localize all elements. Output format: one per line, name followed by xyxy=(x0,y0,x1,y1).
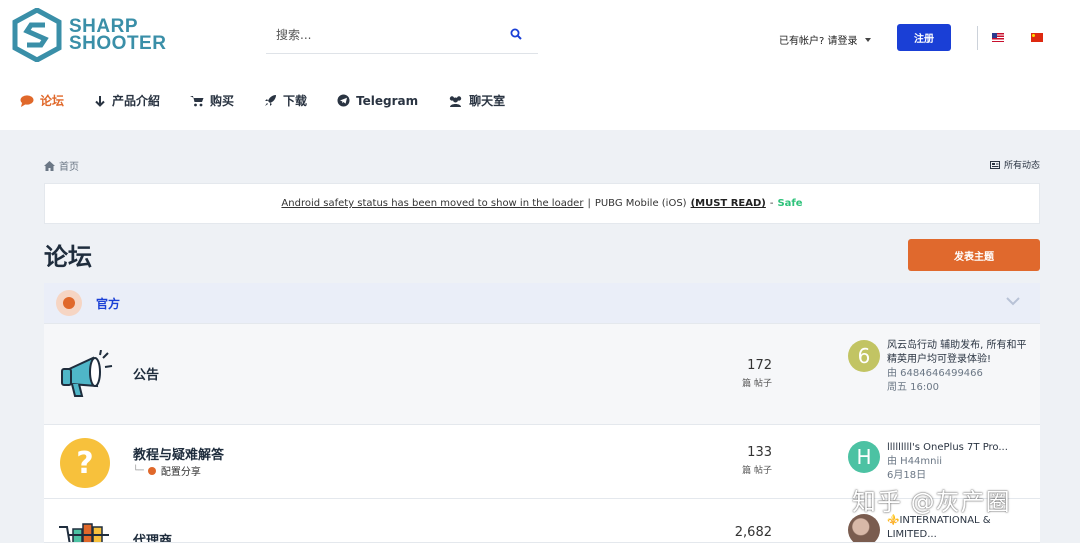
subforum-branch-icon: └─ xyxy=(133,465,144,476)
chevron-down-icon[interactable] xyxy=(1006,297,1020,306)
caret-down-icon xyxy=(864,37,871,42)
header-divider xyxy=(977,26,978,50)
nav-label: 论坛 xyxy=(40,94,65,108)
forum-row[interactable]: 公告 172 篇 帖子 6 风云岛行动 辅助发布, 所有和平精英用户均可登录体验… xyxy=(44,323,1040,425)
post-count-label: 篇 帖子 xyxy=(742,379,772,389)
nav-label: 产品介紹 xyxy=(112,94,161,108)
notice-link[interactable]: Android safety status has been moved to … xyxy=(281,198,583,209)
register-button[interactable]: 注册 xyxy=(897,24,951,51)
last-post-title[interactable]: ⚜️INTERNATIONAL & LIMITED... xyxy=(887,514,1032,542)
nav-item-products[interactable]: 产品介紹 xyxy=(94,92,160,109)
nav-item-forum[interactable]: 论坛 xyxy=(20,92,64,109)
post-count: 172 xyxy=(747,358,772,373)
forum-title[interactable]: 公告 xyxy=(133,364,159,383)
shopping-cart-icon xyxy=(59,523,109,542)
must-read-link[interactable]: (MUST READ) xyxy=(691,198,766,209)
logo-line-2: SHOOTER xyxy=(69,33,167,54)
subforum-link[interactable]: └─ 配置分享 xyxy=(133,463,201,479)
announcement-banner: Android safety status has been moved to … xyxy=(44,183,1040,224)
page-title: 论坛 xyxy=(44,243,92,271)
us-flag-icon[interactable] xyxy=(992,33,1004,42)
logo-text: SHARP SHOOTER xyxy=(69,17,167,54)
nav-label: Telegram xyxy=(356,93,419,108)
notice-separator: | xyxy=(587,198,591,209)
last-post-author[interactable]: 由 6484646499466 xyxy=(887,367,1032,381)
forum-stats: 133 篇 帖子 xyxy=(724,445,772,476)
avatar[interactable] xyxy=(848,514,880,542)
subforum-dot-icon xyxy=(147,466,156,475)
last-post-author[interactable]: 由 H44mnii xyxy=(887,455,1032,469)
forum-title[interactable]: 代理商 xyxy=(133,530,172,542)
search-box xyxy=(266,18,538,54)
nav-item-buy[interactable]: 购买 xyxy=(190,92,234,109)
safe-status: Safe xyxy=(777,198,803,209)
post-count-label: 篇 帖子 xyxy=(742,466,772,476)
rocket-icon xyxy=(265,95,277,106)
nav-label: 聊天室 xyxy=(469,94,506,108)
megaphone-icon xyxy=(61,350,113,397)
post-count: 2,682 xyxy=(734,525,772,540)
svg-text:?: ? xyxy=(76,446,93,481)
question-icon: ? xyxy=(60,438,110,488)
login-text: 已有帐户? 请登录 xyxy=(779,36,858,47)
home-icon xyxy=(44,160,55,171)
search-input[interactable] xyxy=(266,18,496,52)
all-activity-label: 所有动态 xyxy=(1003,161,1040,171)
arrow-down-icon xyxy=(95,95,105,107)
last-post: 风云岛行动 辅助发布, 所有和平精英用户均可登录体验! 由 6484646499… xyxy=(887,339,1032,395)
category-header[interactable]: 官方 xyxy=(44,283,1040,323)
nav-item-telegram[interactable]: Telegram xyxy=(337,94,418,108)
forum-title[interactable]: 教程与疑难解答 xyxy=(133,444,224,463)
nav-item-download[interactable]: 下载 xyxy=(264,92,307,109)
login-link[interactable]: 已有帐户? 请登录 xyxy=(779,32,871,47)
notice-dash: - xyxy=(769,198,774,209)
avatar[interactable]: H xyxy=(848,441,880,473)
telegram-icon xyxy=(337,94,350,107)
comment-icon xyxy=(20,94,34,107)
breadcrumb[interactable]: 首页 xyxy=(44,158,79,173)
last-post: ⚜️INTERNATIONAL & LIMITED... xyxy=(887,514,1032,542)
nav-label: 下载 xyxy=(283,94,308,108)
logo-mark-icon xyxy=(12,8,62,62)
last-post: lllllllll's OnePlus 7T Pro... 由 H44mnii … xyxy=(887,441,1032,483)
notice-game: PUBG Mobile (iOS) xyxy=(594,198,687,209)
post-count: 133 xyxy=(747,445,772,460)
category-indicator-icon xyxy=(56,290,82,316)
cart-icon xyxy=(190,95,204,106)
chat-users-icon xyxy=(449,95,462,107)
search-icon[interactable] xyxy=(510,28,522,40)
category-title[interactable]: 官方 xyxy=(96,295,120,312)
last-post-time: 6月18日 xyxy=(887,470,927,481)
main-nav: 论坛 产品介紹 购买 下载 Telegram 聊天室 xyxy=(20,92,535,109)
subforum-label: 配置分享 xyxy=(160,467,201,478)
cn-flag-icon[interactable] xyxy=(1031,33,1043,42)
nav-item-chatroom[interactable]: 聊天室 xyxy=(448,92,505,109)
site-logo[interactable]: SHARP SHOOTER xyxy=(12,8,166,62)
new-topic-button[interactable]: 发表主题 xyxy=(908,239,1040,271)
forum-stats: 172 篇 帖子 xyxy=(724,358,772,389)
last-post-title[interactable]: lllllllll's OnePlus 7T Pro... xyxy=(887,441,1032,455)
forum-stats: 2,682 xyxy=(724,525,772,540)
site-header: SHARP SHOOTER 已有帐户? 请登录 注册 论坛 xyxy=(0,0,1080,130)
watermark: 知乎 @灰产圈 xyxy=(852,488,1011,516)
last-post-title[interactable]: 风云岛行动 辅助发布, 所有和平精英用户均可登录体验! xyxy=(887,339,1032,367)
nav-label: 购买 xyxy=(210,94,235,108)
avatar[interactable]: 6 xyxy=(848,340,880,372)
breadcrumb-home: 首页 xyxy=(59,162,79,173)
activity-icon xyxy=(989,160,1000,169)
all-activity-link[interactable]: 所有动态 xyxy=(989,158,1040,171)
last-post-time: 周五 16:00 xyxy=(887,382,939,393)
